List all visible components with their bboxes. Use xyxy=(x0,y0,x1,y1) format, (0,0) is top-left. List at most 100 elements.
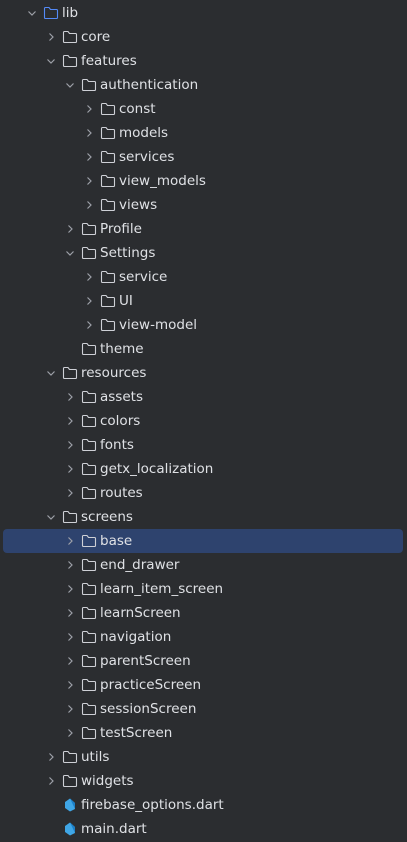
tree-item-services[interactable]: services xyxy=(0,145,407,169)
chevron-down-icon[interactable] xyxy=(63,246,77,260)
folder-icon xyxy=(81,438,97,452)
tree-item-label: Profile xyxy=(100,221,142,237)
tree-item-view-model[interactable]: view-model xyxy=(0,313,407,337)
chevron-right-icon[interactable] xyxy=(82,270,96,284)
chevron-down-icon[interactable] xyxy=(44,366,58,380)
chevron-right-icon[interactable] xyxy=(63,678,77,692)
folder-icon xyxy=(81,630,97,644)
chevron-right-icon[interactable] xyxy=(44,774,58,788)
folder-icon xyxy=(62,774,78,788)
tree-item-label: testScreen xyxy=(100,725,173,741)
tree-item-const[interactable]: const xyxy=(0,97,407,121)
chevron-right-icon[interactable] xyxy=(63,222,77,236)
tree-item-label: colors xyxy=(100,413,141,429)
tree-item-fonts[interactable]: fonts xyxy=(0,433,407,457)
tree-item-label: getx_localization xyxy=(100,461,214,477)
chevron-right-icon[interactable] xyxy=(44,750,58,764)
folder-icon xyxy=(81,486,97,500)
tree-item-views[interactable]: views xyxy=(0,193,407,217)
tree-item-label: service xyxy=(119,269,168,285)
tree-item-testscreen[interactable]: testScreen xyxy=(0,721,407,745)
tree-item-learn-item-screen[interactable]: learn_item_screen xyxy=(0,577,407,601)
chevron-down-icon[interactable] xyxy=(44,54,58,68)
tree-item-label: models xyxy=(119,125,169,141)
tree-item-utils[interactable]: utils xyxy=(0,745,407,769)
chevron-right-icon[interactable] xyxy=(63,606,77,620)
tree-item-navigation[interactable]: navigation xyxy=(0,625,407,649)
folder-icon xyxy=(100,150,116,164)
tree-item-authentication[interactable]: authentication xyxy=(0,73,407,97)
tree-item-base[interactable]: base xyxy=(3,529,403,553)
tree-item-resources[interactable]: resources xyxy=(0,361,407,385)
chevron-down-icon[interactable] xyxy=(44,510,58,524)
chevron-right-icon[interactable] xyxy=(63,414,77,428)
folder-icon xyxy=(81,726,97,740)
tree-item-lib[interactable]: lib xyxy=(0,1,407,25)
tree-item-assets[interactable]: assets xyxy=(0,385,407,409)
chevron-right-icon[interactable] xyxy=(63,702,77,716)
tree-item-colors[interactable]: colors xyxy=(0,409,407,433)
tree-item-settings[interactable]: Settings xyxy=(0,241,407,265)
chevron-down-icon[interactable] xyxy=(25,6,39,20)
tree-item-parentscreen[interactable]: parentScreen xyxy=(0,649,407,673)
chevron-right-icon[interactable] xyxy=(63,630,77,644)
tree-item-features[interactable]: features xyxy=(0,49,407,73)
chevron-right-icon[interactable] xyxy=(63,654,77,668)
folder-icon xyxy=(81,414,97,428)
tree-item-ui[interactable]: UI xyxy=(0,289,407,313)
tree-item-label: fonts xyxy=(100,437,134,453)
folder-icon xyxy=(81,534,97,548)
tree-item-practicescreen[interactable]: practiceScreen xyxy=(0,673,407,697)
tree-item-firebase-options-dart[interactable]: firebase_options.dart xyxy=(0,793,407,817)
chevron-right-icon[interactable] xyxy=(82,318,96,332)
tree-item-view-models[interactable]: view_models xyxy=(0,169,407,193)
folder-icon xyxy=(100,318,116,332)
chevron-right-icon[interactable] xyxy=(63,558,77,572)
tree-item-label: base xyxy=(100,533,133,549)
tree-item-models[interactable]: models xyxy=(0,121,407,145)
tree-item-label: UI xyxy=(119,293,133,309)
folder-icon xyxy=(81,246,97,260)
chevron-right-icon[interactable] xyxy=(63,534,77,548)
tree-item-label: sessionScreen xyxy=(100,701,197,717)
tree-item-label: assets xyxy=(100,389,143,405)
tree-item-label: core xyxy=(81,29,111,45)
tree-item-label: lib xyxy=(62,5,79,21)
tree-item-profile[interactable]: Profile xyxy=(0,217,407,241)
tree-item-label: learnScreen xyxy=(100,605,181,621)
tree-item-label: view-model xyxy=(119,317,197,333)
tree-item-service[interactable]: service xyxy=(0,265,407,289)
tree-item-core[interactable]: core xyxy=(0,25,407,49)
folder-icon xyxy=(81,462,97,476)
folder-icon xyxy=(81,582,97,596)
tree-item-label: const xyxy=(119,101,156,117)
tree-item-screens[interactable]: screens xyxy=(0,505,407,529)
folder-icon xyxy=(100,174,116,188)
chevron-right-icon[interactable] xyxy=(63,486,77,500)
tree-item-widgets[interactable]: widgets xyxy=(0,769,407,793)
chevron-right-icon[interactable] xyxy=(63,438,77,452)
tree-item-getx-localization[interactable]: getx_localization xyxy=(0,457,407,481)
tree-item-label: routes xyxy=(100,485,143,501)
chevron-right-icon[interactable] xyxy=(63,462,77,476)
chevron-down-icon[interactable] xyxy=(63,78,77,92)
tree-item-sessionscreen[interactable]: sessionScreen xyxy=(0,697,407,721)
chevron-right-icon[interactable] xyxy=(44,30,58,44)
chevron-right-icon[interactable] xyxy=(63,390,77,404)
tree-item-end-drawer[interactable]: end_drawer xyxy=(0,553,407,577)
tree-item-routes[interactable]: routes xyxy=(0,481,407,505)
tree-item-learnscreen[interactable]: learnScreen xyxy=(0,601,407,625)
chevron-right-icon[interactable] xyxy=(63,582,77,596)
tree-item-main-dart[interactable]: main.dart xyxy=(0,817,407,841)
tree-item-theme[interactable]: theme xyxy=(0,337,407,361)
chevron-right-icon[interactable] xyxy=(63,726,77,740)
chevron-right-icon[interactable] xyxy=(82,102,96,116)
tree-item-label: utils xyxy=(81,749,110,765)
tree-item-label: theme xyxy=(100,341,144,357)
chevron-right-icon[interactable] xyxy=(82,126,96,140)
chevron-right-icon[interactable] xyxy=(82,150,96,164)
chevron-right-icon[interactable] xyxy=(82,294,96,308)
chevron-right-icon[interactable] xyxy=(82,198,96,212)
dart-file-icon xyxy=(65,798,75,812)
chevron-right-icon[interactable] xyxy=(82,174,96,188)
